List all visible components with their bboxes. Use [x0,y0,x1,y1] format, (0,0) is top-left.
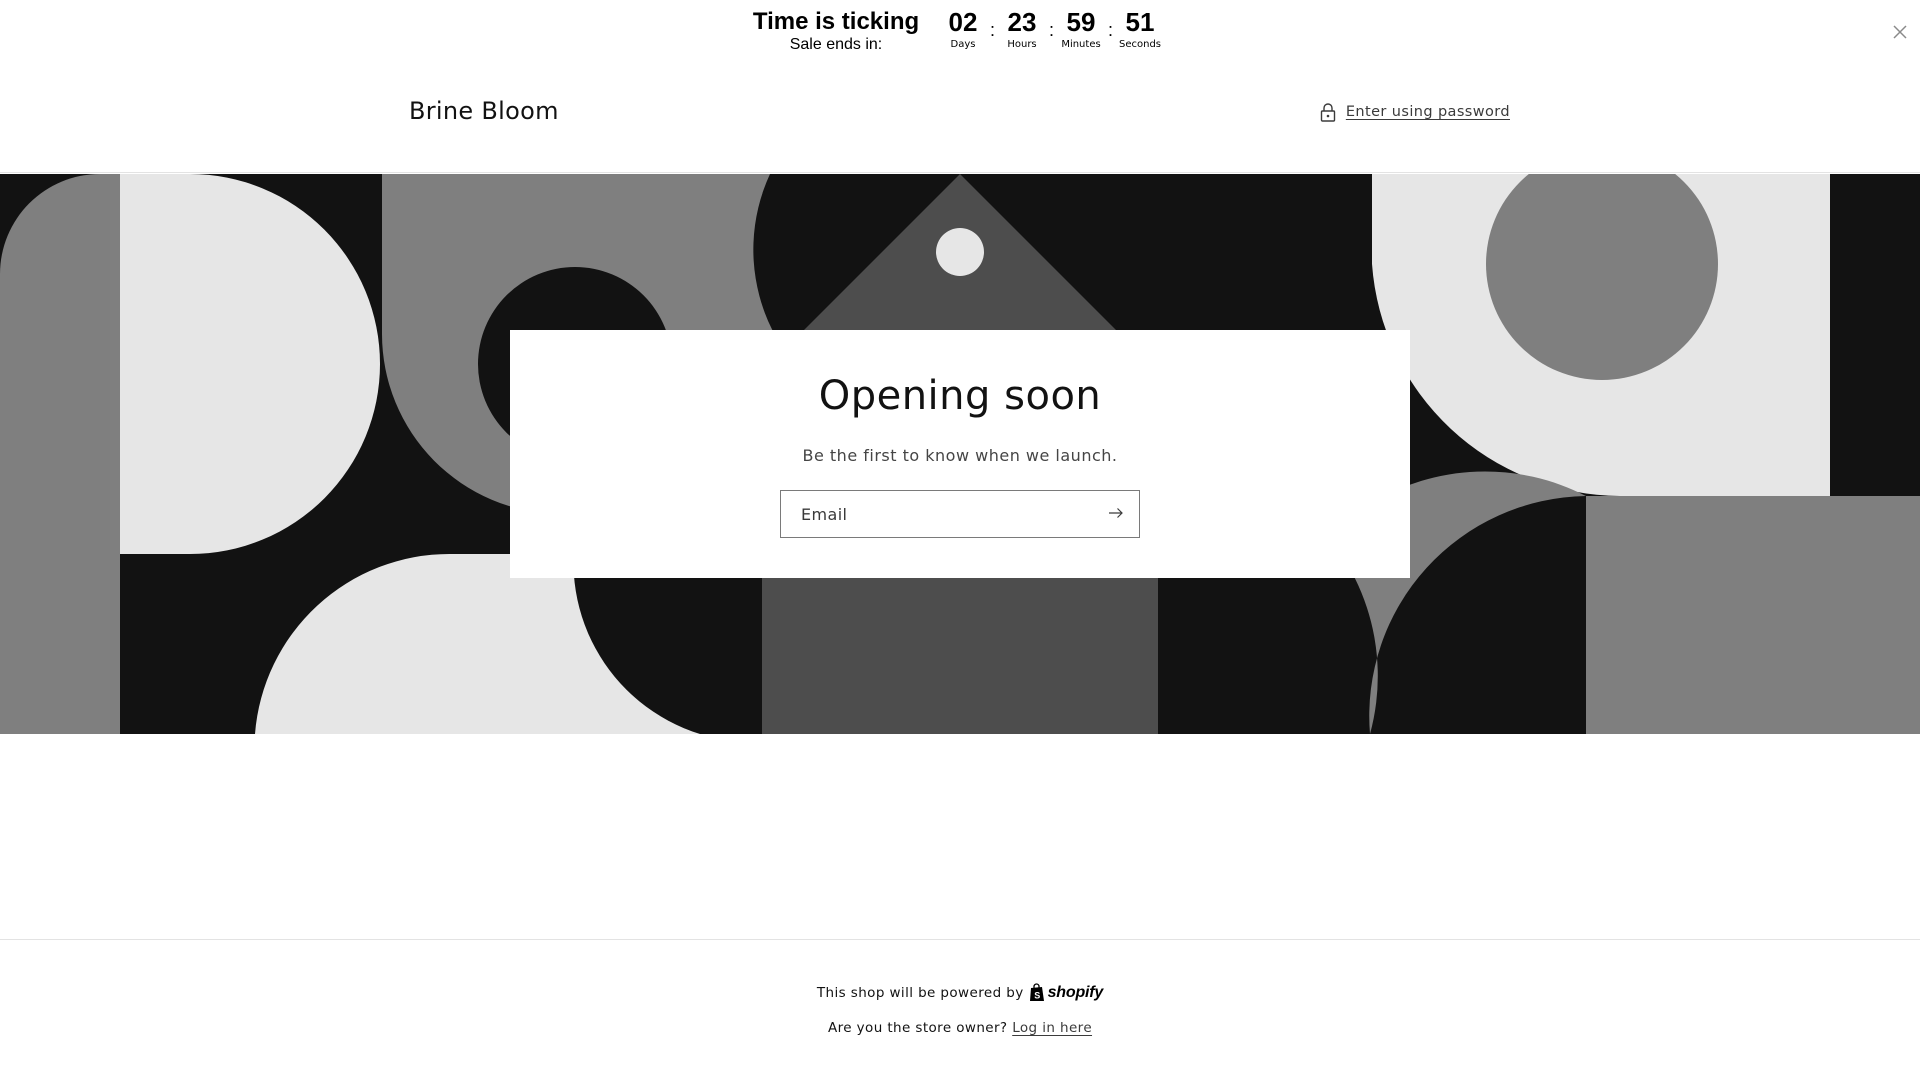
countdown-seconds-label: Seconds [1118,39,1161,50]
powered-by-line: This shop will be powered by S shopify [0,983,1920,1002]
arrow-right-icon [1108,507,1124,522]
log-in-link[interactable]: Log in here [1012,1020,1092,1036]
newsletter-box: Opening soon Be the first to know when w… [510,330,1410,578]
countdown-minutes-label: Minutes [1061,39,1101,50]
countdown-hours-label: Hours [1007,39,1037,50]
newsletter-text: Be the first to know when we launch. [802,446,1118,465]
countdown-days-label: Days [950,39,976,50]
svg-text:S: S [1034,991,1040,1001]
countdown-days: 02 Days [940,5,986,51]
lock-icon [1319,102,1337,122]
countdown-separator: : [1107,20,1113,40]
countdown-minutes: 59 Minutes [1058,5,1104,51]
countdown-separator: : [989,20,995,40]
countdown-title: Time is ticking [752,8,920,35]
store-owner-line: Are you the store owner? Log in here [0,1020,1920,1036]
store-name: Brine Bloom [409,97,559,125]
password-link-label: Enter using password [1345,104,1510,120]
countdown-subtitle: Sale ends in: [789,36,883,53]
countdown-hours-value: 23 [1007,7,1037,37]
close-icon[interactable] [1888,20,1912,44]
shopify-logo-link[interactable]: S shopify [1029,983,1104,1002]
email-input[interactable] [781,491,1091,537]
countdown-heading: Time is ticking Sale ends in: [736,6,936,55]
countdown-timer: 02 Days : 23 Hours : 59 Minutes : 51 Sec… [940,5,1163,55]
shopify-bag-icon: S [1029,983,1046,1002]
countdown-seconds-value: 51 [1125,7,1155,37]
site-footer: This shop will be powered by S shopify A… [0,939,1920,1080]
newsletter-heading: Opening soon [818,373,1102,419]
shopify-wordmark: shopify [1047,983,1104,1001]
email-submit-button[interactable] [1093,491,1139,537]
countdown-minutes-value: 59 [1066,7,1096,37]
countdown-bar: Time is ticking Sale ends in: 02 Days : … [0,0,1920,62]
hero-banner: Opening soon Be the first to know when w… [0,174,1920,734]
countdown-days-value: 02 [948,7,978,37]
countdown-seconds: 51 Seconds [1117,5,1163,51]
powered-by-text: This shop will be powered by [816,984,1024,1001]
countdown-hours: 23 Hours [999,5,1045,51]
store-owner-text: Are you the store owner? [827,1020,1008,1036]
countdown-separator: : [1048,20,1054,40]
site-header: Brine Bloom Enter using password [0,62,1920,173]
newsletter-form [780,490,1140,538]
enter-password-link[interactable]: Enter using password [1319,102,1510,122]
